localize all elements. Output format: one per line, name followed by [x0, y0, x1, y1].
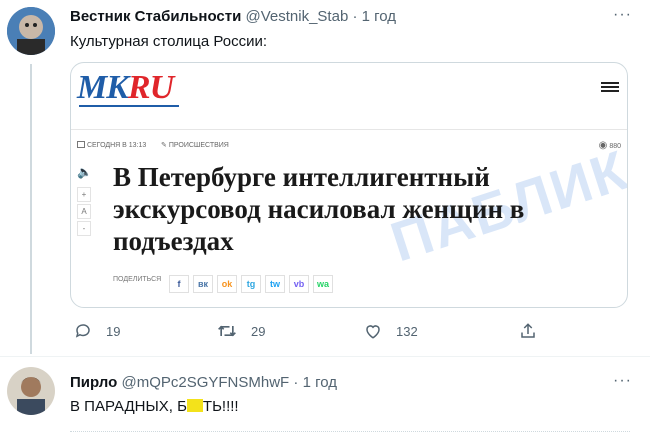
retweet-icon — [218, 325, 236, 337]
pencil-icon: ✎ — [161, 142, 167, 149]
calendar-icon — [77, 141, 85, 148]
divider — [71, 129, 627, 130]
article-category: ✎ ПРОИСШЕСТВИЯ — [161, 142, 229, 149]
retweet-action[interactable]: 29 — [217, 322, 265, 340]
share-label: ПОДЕЛИТЬСЯ — [113, 276, 162, 283]
speaker-icon: 🔈 — [77, 165, 92, 179]
heart-icon — [366, 325, 380, 339]
avatar[interactable] — [7, 7, 55, 55]
article-date: СЕГОДНЯ В 13:13 — [77, 141, 146, 149]
more-options-icon[interactable]: ··· — [613, 6, 632, 24]
tweet-text: Культурная столица России: — [70, 33, 267, 50]
tweet-text: В ПАРАДНЫХ, Б ТЬ!!!! — [70, 398, 239, 415]
separator-dot: · — [352, 8, 358, 25]
censor-block — [186, 399, 203, 412]
like-count: 132 — [396, 323, 418, 339]
viber-icon: vb — [289, 275, 309, 293]
separator-dot: · — [293, 374, 299, 391]
tweet-time[interactable]: 1 год — [303, 374, 337, 391]
tweet-header: Пирло @mQPc2SGYFNSMhwF · 1 год — [70, 374, 337, 391]
media-image[interactable]: MKRU СЕГОДНЯ В 13:13 ✎ ПРОИСШЕСТВИЯ ◉ 88… — [70, 62, 628, 308]
font-increase-button: + — [77, 187, 91, 202]
facebook-icon: f — [169, 275, 189, 293]
reply-count: 19 — [106, 323, 121, 339]
font-reset-button: A — [77, 204, 91, 219]
thread-line — [30, 64, 32, 354]
avatar[interactable] — [7, 367, 55, 415]
tweet-header: Вестник Стабильности @Vestnik_Stab · 1 г… — [70, 8, 396, 25]
whatsapp-icon: wa — [313, 275, 333, 293]
more-options-icon[interactable]: ··· — [613, 372, 632, 390]
tweet-divider — [0, 356, 650, 357]
twitter-icon: tw — [265, 275, 285, 293]
vk-icon: вк — [193, 275, 213, 293]
share-icons: f вк ok tg tw vb wa — [169, 275, 333, 293]
author-name[interactable]: Пирло — [70, 374, 117, 391]
author-name[interactable]: Вестник Стабильности — [70, 8, 241, 25]
telegram-icon: tg — [241, 275, 261, 293]
reply-action[interactable]: 19 — [74, 322, 120, 340]
odnoklassniki-icon: ok — [217, 275, 237, 293]
logo-underline — [79, 105, 179, 107]
article-headline: В Петербурге интеллигентный экскурсовод … — [113, 162, 525, 256]
mk-ru-logo: MKRU — [77, 69, 174, 106]
menu-icon — [601, 82, 619, 94]
tweet-time[interactable]: 1 год — [362, 8, 396, 25]
share-action[interactable] — [519, 322, 537, 340]
reply-icon — [75, 324, 90, 338]
font-decrease-button: - — [77, 221, 91, 236]
author-handle[interactable]: @mQPc2SGYFNSMhwF — [121, 374, 289, 391]
like-action[interactable]: 132 — [364, 322, 418, 340]
retweet-count: 29 — [251, 323, 266, 339]
share-icon — [521, 323, 535, 338]
author-handle[interactable]: @Vestnik_Stab — [246, 8, 349, 25]
text-size-tools: 🔈 + A - — [77, 165, 92, 236]
